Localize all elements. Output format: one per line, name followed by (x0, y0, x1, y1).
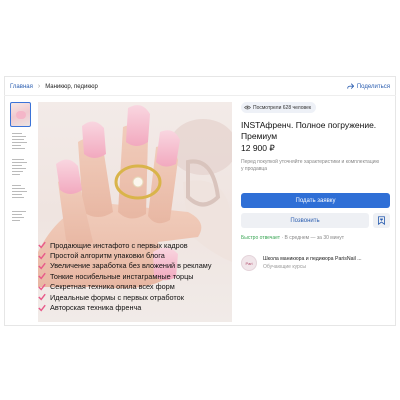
list-item: Продающие инстафото с первых кадров (38, 240, 232, 250)
favorite-button[interactable] (373, 213, 390, 228)
thumbnail-document[interactable] (10, 183, 31, 205)
feature-text: Увеличение заработка без вложений в рекл… (50, 261, 212, 271)
seller-block[interactable]: Pari Школа маникюра и педикюра ParisNail… (241, 252, 393, 274)
thumbnail-strip (10, 102, 32, 231)
seller-info: Школа маникюра и педикюра ParisNail ... … (263, 256, 362, 270)
reply-average: · В среднем — за 30 минут (280, 235, 345, 241)
seller-name[interactable]: Школа маникюра и педикюра ParisNail ... (263, 256, 362, 262)
share-button[interactable]: Поделиться (347, 83, 390, 90)
feature-text: Продающие инстафото с первых кадров (50, 240, 188, 250)
thumbnail-document[interactable] (10, 209, 31, 231)
fast-reply-label: Быстро отвечает (241, 235, 281, 241)
feature-text: Идеальные формы с первых отработок (50, 292, 184, 302)
check-icon (38, 273, 46, 280)
seller-note: Перед покупкой уточняйте характеристики … (241, 159, 380, 172)
feature-text: Тонкие носибельные инстаграмные торцы (50, 271, 194, 281)
heart-bookmark-icon (378, 216, 385, 225)
list-item: Секретная техника опила всех форм (38, 282, 232, 292)
thumbnail-photo[interactable] (10, 102, 31, 127)
feature-text: Секретная техника опила всех форм (50, 282, 175, 292)
check-icon (38, 283, 46, 291)
listing-page: Главная › Маникюр, педикюр Поделиться Пр… (0, 0, 400, 400)
share-label: Поделиться (356, 83, 390, 90)
breadcrumb: Главная › Маникюр, педикюр Поделиться (4, 78, 396, 96)
reply-time: Быстро отвечает · В среднем — за 30 мину… (241, 235, 344, 241)
call-button[interactable]: Позвонить (241, 213, 369, 228)
list-item: Увеличение заработка без вложений в рекл… (38, 261, 232, 271)
seller-type: Обучающие курсы (263, 264, 306, 270)
feature-text: Простой алгоритм упаковки блога (50, 251, 165, 261)
chevron-right-icon: › (37, 83, 41, 90)
submit-application-button[interactable]: Подать заявку (241, 193, 390, 208)
eye-icon (244, 105, 251, 110)
check-icon (38, 262, 46, 270)
product-price: 12 900 ₽ (241, 143, 275, 153)
views-badge: Посмотрели 628 человек (241, 102, 317, 113)
thumbnail-document[interactable] (10, 131, 31, 153)
breadcrumb-current[interactable]: Маникюр, педикюр (45, 84, 98, 90)
feature-text: Авторская техника френча (50, 303, 142, 313)
list-item: Идеальные формы с первых отработок (38, 292, 232, 302)
avatar[interactable]: Pari (241, 255, 257, 271)
list-item: Тонкие носибельные инстаграмные торцы (38, 271, 232, 281)
check-icon (38, 252, 46, 260)
feature-list: Продающие инстафото с первых кадров Прос… (38, 240, 232, 313)
check-icon (38, 293, 46, 301)
list-item: Авторская техника френча (38, 302, 232, 312)
list-item: Простой алгоритм упаковки блога (38, 250, 232, 260)
thumbnail-document[interactable] (10, 157, 31, 179)
check-icon (38, 304, 46, 312)
breadcrumb-home[interactable]: Главная (10, 84, 33, 90)
share-icon (347, 83, 354, 89)
check-icon (38, 241, 46, 249)
product-title: INSTAфренч. Полное погружение. Премиум (241, 120, 377, 141)
views-label: Посмотрели 628 человек (253, 104, 312, 111)
